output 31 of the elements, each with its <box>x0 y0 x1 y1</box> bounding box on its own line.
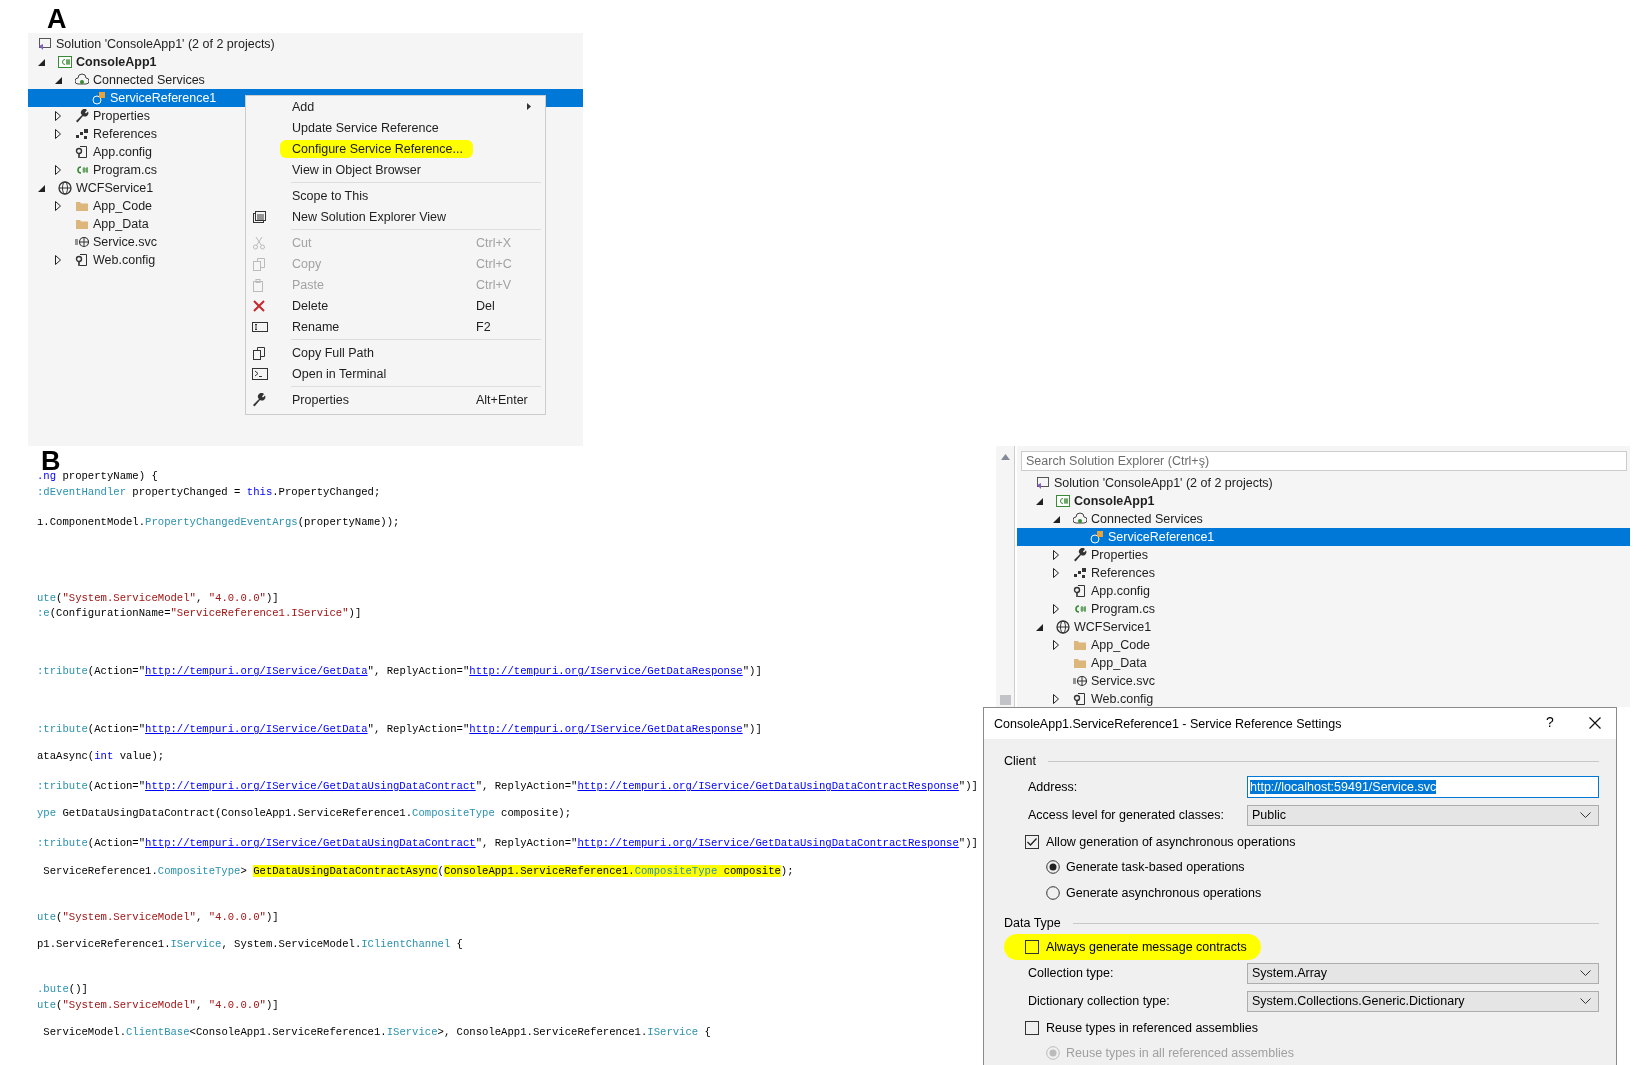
radio-label: Reuse types in all referenced assemblies <box>1066 1046 1294 1060</box>
code-line: :tribute(Action="http://tempuri.org/IService/GetData", ReplyAction="http://tempuri.org/IService/GetDataResponse")] <box>37 722 763 737</box>
code-line: ataAsync(int value); <box>37 749 166 764</box>
code-line: ServiceReference1.CompositeType> GetDataUsingDataContractAsync(ConsoleApp1.ServiceReference1.CompositeType composite); <box>42 864 795 879</box>
code-line: p1.ServiceReference1.IService, System.ServiceModel.IClientChannel { <box>37 937 464 952</box>
code-line: ype GetDataUsingDataContract(ConsoleApp1.ServiceReference1.CompositeType composite); <box>37 806 573 821</box>
code-line: ServiceModel.ClientBase<ConsoleApp1.ServiceReference1.IService>, ConsoleApp1.ServiceReference1.IService { <box>42 1025 712 1040</box>
field-label: Collection type: <box>1027 966 1115 980</box>
panel-label: A <box>47 5 67 33</box>
code-line: :tribute(Action="http://tempuri.org/IService/GetDataUsingDataContract", ReplyAction="http://tempuri.org/IService/GetDataUsingDataContractResponse")] <box>37 779 978 794</box>
group-header: Data Type <box>1004 916 1061 930</box>
code-line: :dEventHandler propertyChanged = this.PropertyChanged; <box>37 485 382 500</box>
code-line: :tribute(Action="http://tempuri.org/IService/GetData", ReplyAction="http://tempuri.org/IService/GetDataResponse")] <box>37 664 763 679</box>
code-line: .ng propertyName) { <box>37 470 159 484</box>
code-line: .bute()] <box>37 982 89 997</box>
field-label: Address: <box>1027 779 1079 794</box>
checkbox-label: Always generate message contracts <box>1046 939 1247 954</box>
group-header: Client <box>1004 754 1036 768</box>
code-line: ute("System.ServiceModel", "4.0.0.0")] <box>37 591 280 606</box>
radio-label: Generate asynchronous operations <box>1066 886 1262 900</box>
code-line: ı.ComponentModel.PropertyChangedEventArgs(propertyName)); <box>37 515 401 530</box>
checkbox-label: Reuse types in referenced assemblies <box>1046 1020 1258 1035</box>
code-line: :tribute(Action="http://tempuri.org/IService/GetDataUsingDataContract", ReplyAction="http://tempuri.org/IService/GetDataUsingDataContractResponse")] <box>37 836 978 851</box>
radio-label: Generate task-based operations <box>1066 860 1245 874</box>
field-label: Dictionary collection type: <box>1027 994 1171 1008</box>
field-label: Access level for generated classes: <box>1027 808 1225 822</box>
code-line: ute("System.ServiceModel", "4.0.0.0")] <box>37 910 280 925</box>
code-line: :e(ConfigurationName="ServiceReference1.IService")] <box>37 606 363 621</box>
code-line: ute("System.ServiceModel", "4.0.0.0")] <box>37 998 280 1013</box>
window-title: ConsoleApp1.ServiceReference1 - Service Reference Settings <box>994 716 1342 731</box>
checkbox-label: Allow generation of asynchronous operations <box>1046 834 1296 849</box>
